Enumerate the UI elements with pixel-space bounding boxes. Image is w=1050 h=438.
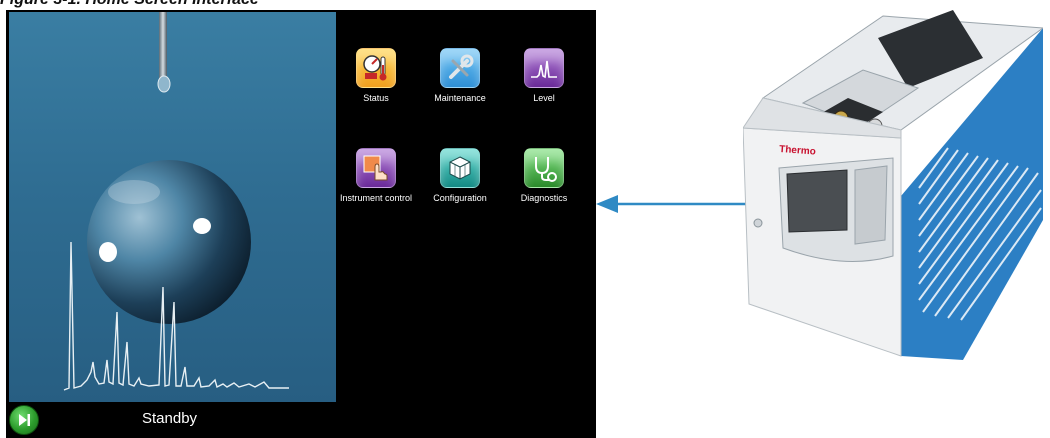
app-instrument-control[interactable]: Instrument control — [333, 148, 419, 203]
app-level-label: Level — [533, 93, 555, 103]
figure-caption: Figure 3-1. Home Screen Interface — [0, 0, 600, 9]
touch-screen: Status Maintenance Level Instrument cont… — [6, 10, 596, 438]
status-bar: Standby — [6, 402, 596, 438]
app-instrument-control-label: Instrument control — [339, 193, 413, 203]
instrument-control-hand-icon — [356, 148, 396, 188]
status-gauge-thermometer-icon — [356, 48, 396, 88]
app-level[interactable]: Level — [501, 48, 587, 103]
run-next-icon — [19, 414, 30, 426]
run-next-button[interactable] — [9, 405, 39, 435]
home-background-image — [9, 12, 336, 405]
app-status-label: Status — [363, 93, 389, 103]
configuration-cube-icon — [440, 148, 480, 188]
app-maintenance-label: Maintenance — [434, 93, 486, 103]
callout-arrow — [596, 195, 756, 213]
droplet-chromatogram-image — [63, 12, 289, 391]
diagnostics-stethoscope-icon — [524, 148, 564, 188]
app-grid: Status Maintenance Level Instrument cont… — [333, 48, 588, 248]
app-diagnostics-label: Diagnostics — [520, 193, 568, 203]
instrument-display — [786, 169, 848, 233]
level-peaks-icon — [524, 48, 564, 88]
app-configuration[interactable]: Configuration — [417, 148, 503, 203]
maintenance-wrench-icon — [440, 48, 480, 88]
app-status[interactable]: Status — [333, 48, 419, 103]
app-maintenance[interactable]: Maintenance — [417, 48, 503, 103]
app-diagnostics[interactable]: Diagnostics — [501, 148, 587, 203]
instrument-status-text: Standby — [142, 410, 198, 427]
app-configuration-label: Configuration — [433, 193, 487, 203]
instrument-illustration: Thermo — [743, 10, 1043, 360]
